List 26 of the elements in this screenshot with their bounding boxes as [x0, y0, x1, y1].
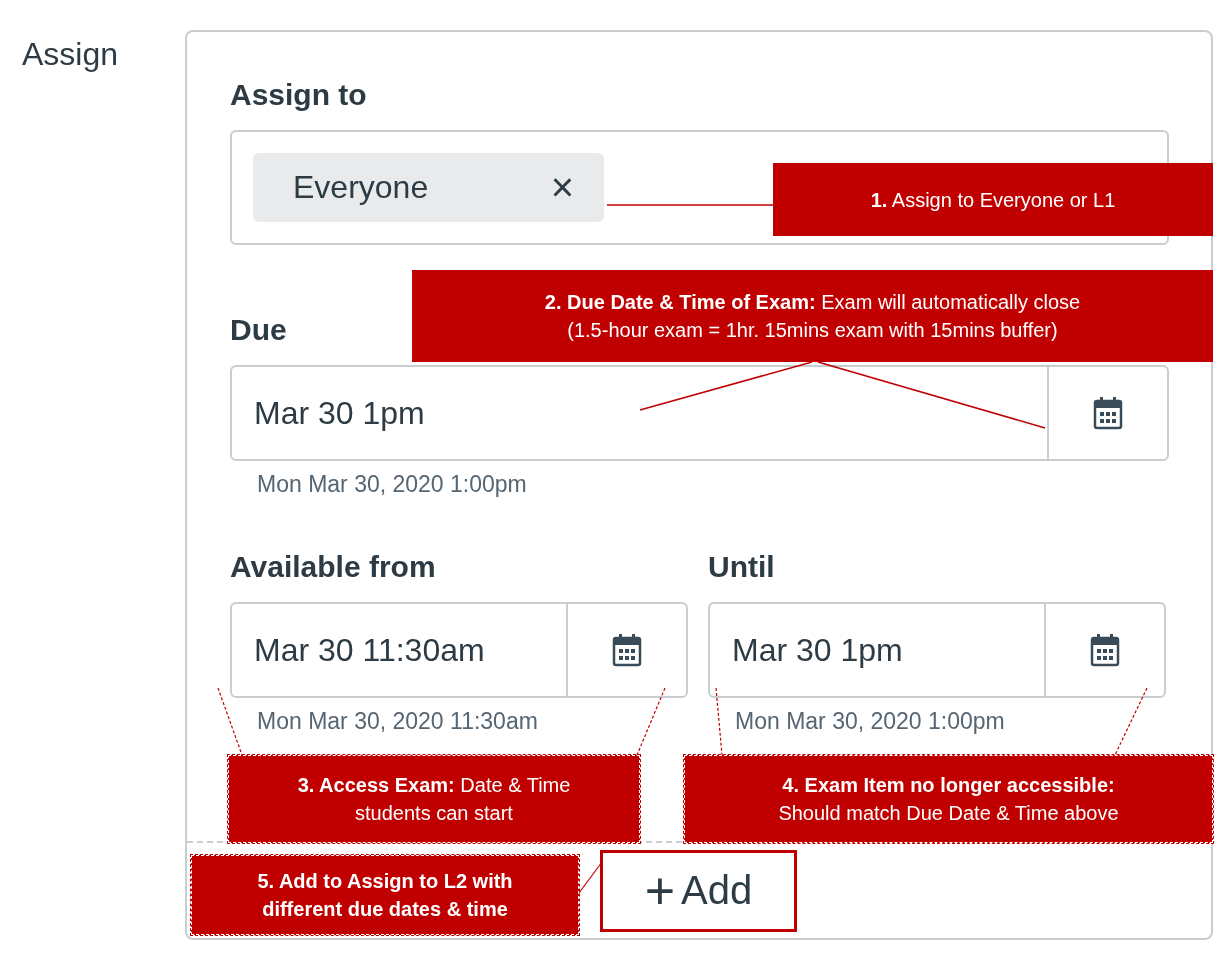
tag-label: Everyone	[293, 169, 429, 206]
tag-chip[interactable]: Everyone ×	[253, 153, 604, 222]
field-label: Until	[708, 550, 775, 584]
date-input[interactable]: Mar 30 1pm	[232, 367, 1047, 459]
date-field[interactable]: Mar 30 1pm	[708, 602, 1166, 698]
section-label: Assign	[22, 35, 120, 73]
date-input[interactable]: Mar 30 11:30am	[232, 604, 566, 696]
field-label: Due	[230, 313, 287, 347]
field-label: Assign to	[230, 78, 367, 112]
date-field[interactable]: Mar 30 1pm	[230, 365, 1169, 461]
annotation-text: 1. Assign to Everyone or L1	[870, 187, 1116, 213]
date-hint: Mon Mar 30, 2020 1:00pm	[257, 471, 527, 498]
annotation-text: 3. Access Exam: Date & Time students can start	[297, 773, 571, 826]
calendar-icon	[612, 633, 642, 667]
field-label: Available from	[230, 550, 436, 584]
close-icon[interactable]: ×	[550, 165, 574, 210]
calendar-icon	[1090, 633, 1120, 667]
date-hint: Mon Mar 30, 2020 1:00pm	[735, 708, 1005, 735]
add-button[interactable]: +Add	[600, 849, 797, 932]
annotation-text: 2. Due Date & Time of Exam: Exam will automatically close (1.5-hour exam = 1hr. 15mins exam with 15mins buffer)	[544, 290, 1081, 343]
date-field[interactable]: Mar 30 11:30am	[230, 602, 688, 698]
date-hint: Mon Mar 30, 2020 11:30am	[257, 708, 538, 735]
annotation-text: 4. Exam Item no longer accessible: Should match Due Date & Time above	[778, 773, 1119, 826]
annotation-text: 5. Add to Assign to L2 with different due dates & time	[257, 869, 513, 922]
calendar-icon	[1093, 396, 1123, 430]
date-input[interactable]: Mar 30 1pm	[710, 604, 1044, 696]
